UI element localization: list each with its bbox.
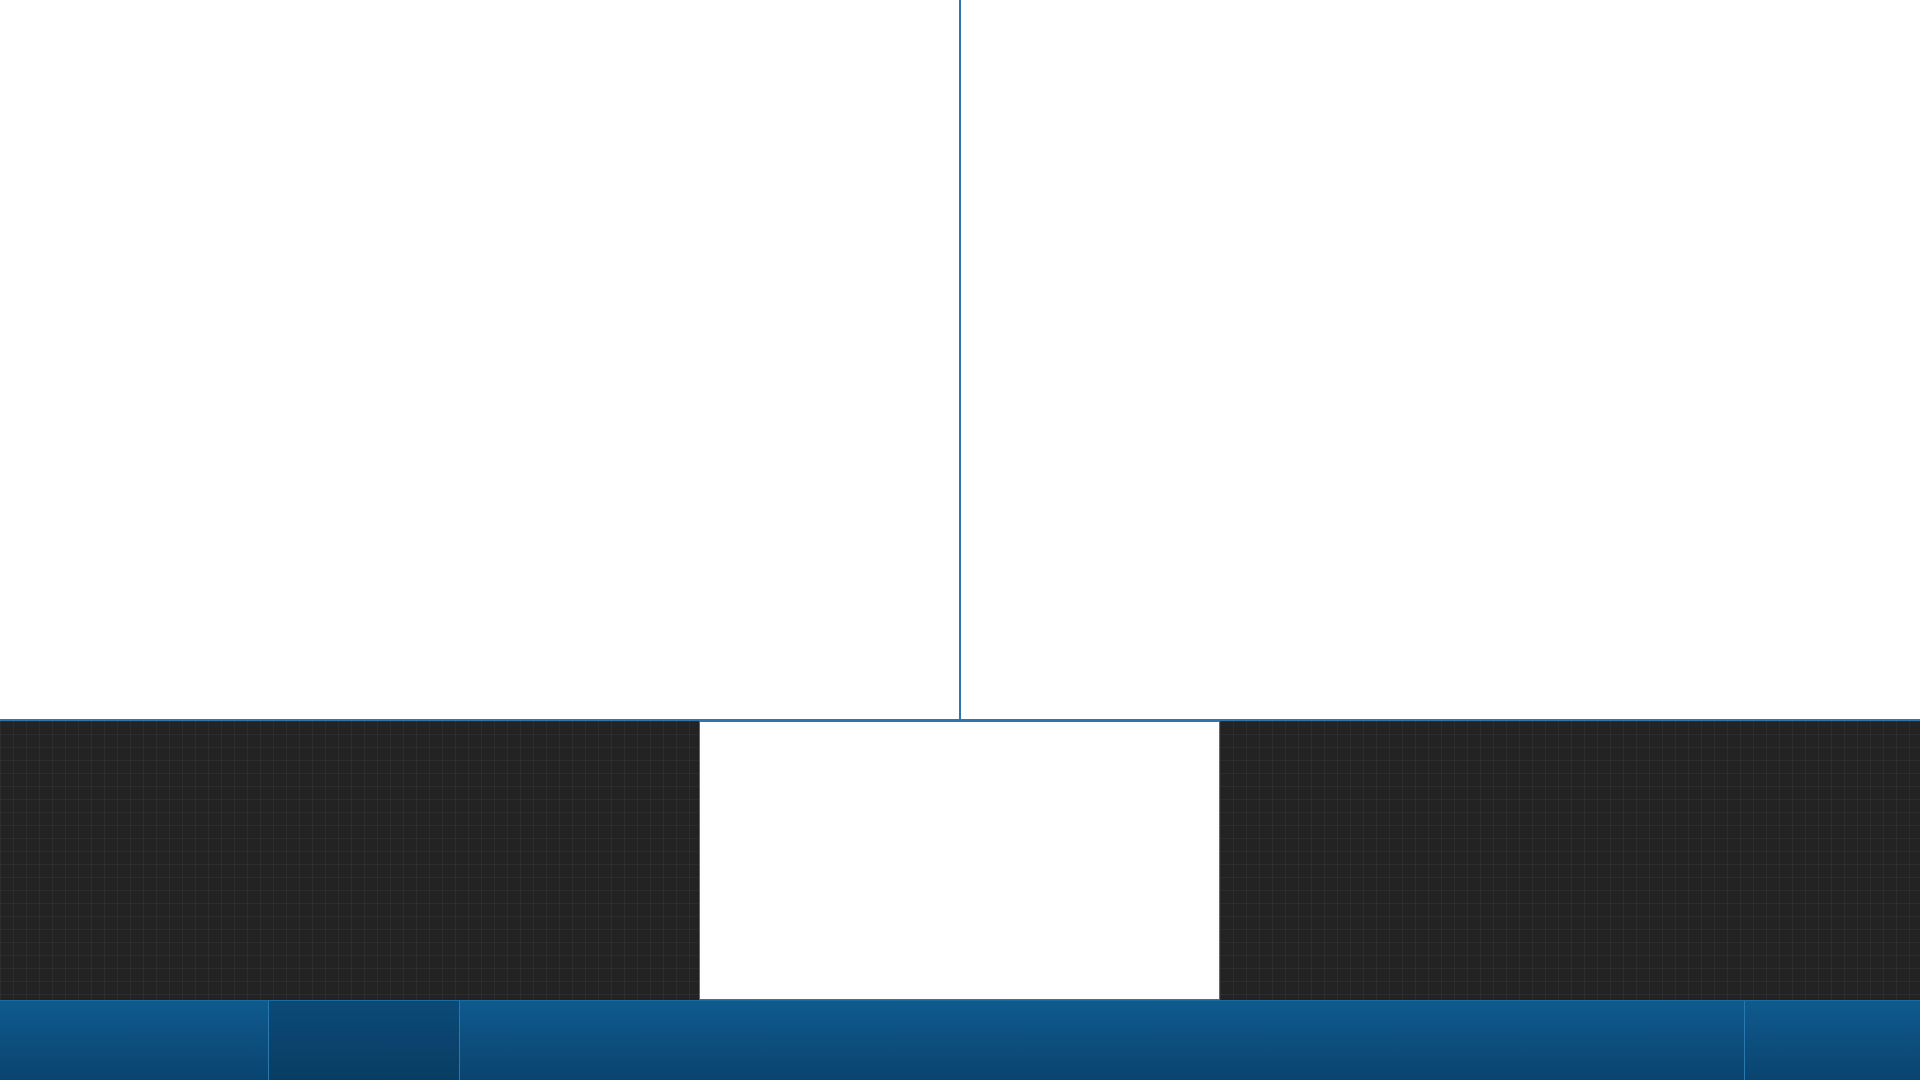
left-dark-panel: [0, 721, 699, 1000]
workspace-top: [0, 0, 1920, 720]
left-pane[interactable]: [0, 0, 959, 720]
taskbar-tray[interactable]: [1744, 1001, 1920, 1080]
taskbar-active-item[interactable]: [268, 1001, 460, 1080]
taskbar-main-area[interactable]: [460, 1001, 1744, 1080]
right-dark-panel: [1220, 721, 1920, 1000]
taskbar-start-area[interactable]: [0, 1001, 268, 1080]
center-preview-pane[interactable]: [699, 721, 1220, 1000]
taskbar: [0, 1000, 1920, 1080]
thumbnail-strip: [0, 721, 1920, 1000]
desktop-screen: [0, 0, 1920, 1080]
right-pane[interactable]: [961, 0, 1920, 720]
